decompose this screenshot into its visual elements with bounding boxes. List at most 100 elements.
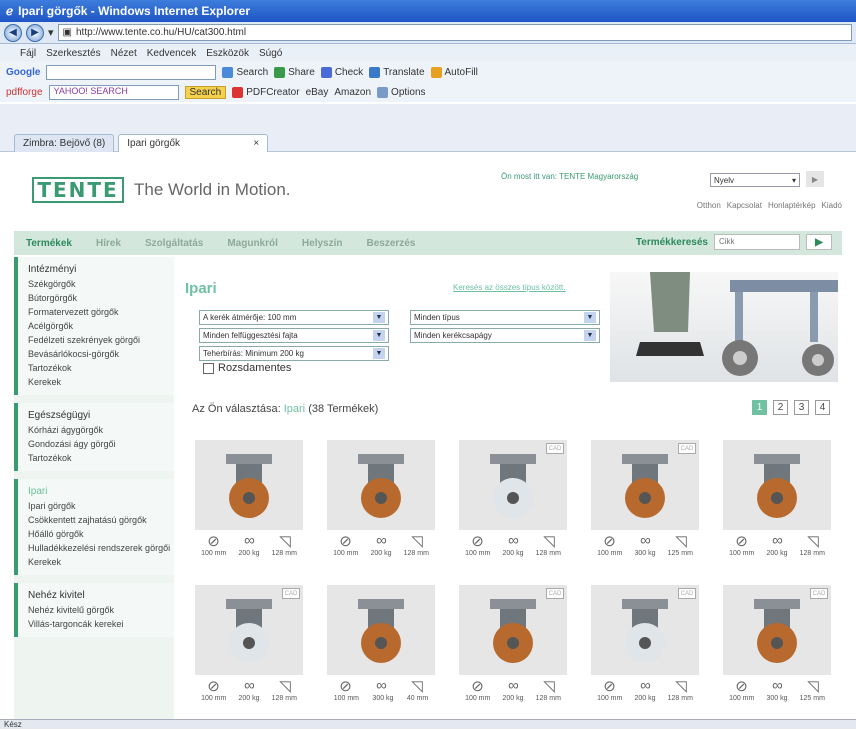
sidebar-heading[interactable]: Intézményi bbox=[28, 263, 174, 277]
nav-products[interactable]: Termékek bbox=[14, 238, 84, 249]
cad-badge[interactable]: CAD bbox=[678, 588, 696, 599]
bearing-select[interactable]: Minden kerékcsapágy ▼ bbox=[410, 328, 600, 343]
sidebar-item[interactable]: Hulladékkezelési rendszerek görgői bbox=[28, 541, 174, 555]
link-contact[interactable]: Kapcsolat bbox=[727, 201, 762, 210]
product-image[interactable] bbox=[327, 440, 435, 530]
cad-badge[interactable]: CAD bbox=[546, 443, 564, 454]
sidebar-item[interactable]: Fedélzeti szekrények görgői bbox=[28, 333, 174, 347]
sidebar-item[interactable]: Gondozási ágy görgői bbox=[28, 437, 174, 451]
menu-edit[interactable]: Szerkesztés bbox=[46, 48, 100, 59]
search-all-link[interactable]: Keresés az összes típus között. bbox=[453, 283, 566, 292]
page-1[interactable]: 1 bbox=[752, 400, 767, 415]
nav-procurement[interactable]: Beszerzés bbox=[354, 238, 427, 249]
product-card[interactable]: ⊘ ∞ ◹ 100 mm 200 kg 128 mm bbox=[195, 440, 303, 570]
check-button[interactable]: Check bbox=[320, 66, 363, 78]
nav-about[interactable]: Magunkról bbox=[215, 238, 290, 249]
page-3[interactable]: 3 bbox=[794, 400, 809, 415]
tente-logo[interactable]: TENTE bbox=[32, 177, 124, 203]
cad-badge[interactable]: CAD bbox=[546, 588, 564, 599]
product-card[interactable]: ⊘ ∞ ◹ 100 mm 200 kg 128 mm bbox=[327, 440, 435, 570]
tab-zimbra[interactable]: Zimbra: Bejövő (8) bbox=[14, 134, 115, 152]
cad-badge[interactable]: CAD bbox=[282, 588, 300, 599]
product-image[interactable]: CAD bbox=[195, 585, 303, 675]
product-card[interactable]: CAD ⊘ ∞ ◹ 100 mm 300 kg 125 mm bbox=[723, 585, 831, 715]
type-select[interactable]: Minden típus ▼ bbox=[410, 310, 600, 325]
page-4[interactable]: 4 bbox=[815, 400, 830, 415]
product-image[interactable]: CAD bbox=[591, 440, 699, 530]
menu-favorites[interactable]: Kedvencek bbox=[147, 48, 196, 59]
history-dropdown-icon[interactable]: ▾ bbox=[48, 26, 54, 39]
sidebar-item[interactable]: Hőálló görgők bbox=[28, 527, 174, 541]
sidebar-item[interactable]: Tartozékok bbox=[28, 361, 174, 375]
yahoo-search-input[interactable]: YAHOO! SEARCH bbox=[48, 84, 179, 100]
product-image[interactable]: CAD bbox=[459, 585, 567, 675]
mounting-select[interactable]: Minden felfüggesztési fajta ▼ bbox=[199, 328, 389, 343]
product-image[interactable]: CAD bbox=[591, 585, 699, 675]
product-card[interactable]: ⊘ ∞ ◹ 100 mm 200 kg 128 mm bbox=[723, 440, 831, 570]
load-capacity-select[interactable]: Teherbírás: Minimum 200 kg ▼ bbox=[199, 346, 389, 361]
product-card[interactable]: ⊘ ∞ ◹ 100 mm 300 kg 40 mm bbox=[327, 585, 435, 715]
link-home[interactable]: Otthon bbox=[697, 201, 721, 210]
google-search-button[interactable]: Search bbox=[222, 66, 268, 78]
cad-badge[interactable]: CAD bbox=[678, 443, 696, 454]
language-select[interactable]: Nyelv ▾ bbox=[710, 173, 800, 187]
product-search-input[interactable]: Cikk bbox=[714, 234, 800, 250]
wheel-diameter-select[interactable]: A kerék átmérője: 100 mm ▼ bbox=[199, 310, 389, 325]
menu-help[interactable]: Súgó bbox=[259, 48, 282, 59]
address-input[interactable]: ▣ http://www.tente.co.hu/HU/cat300.html bbox=[57, 24, 852, 41]
back-button[interactable]: ◀ bbox=[4, 23, 22, 42]
product-card[interactable]: CAD ⊘ ∞ ◹ 100 mm 200 kg 128 mm bbox=[459, 585, 567, 715]
product-image[interactable] bbox=[327, 585, 435, 675]
product-card[interactable]: CAD ⊘ ∞ ◹ 100 mm 200 kg 128 mm bbox=[195, 585, 303, 715]
sidebar-item[interactable]: Kórházi ágygörgők bbox=[28, 423, 174, 437]
pdfcreator-button[interactable]: PDFCreator bbox=[232, 86, 300, 98]
product-card[interactable]: CAD ⊘ ∞ ◹ 100 mm 300 kg 125 mm bbox=[591, 440, 699, 570]
sidebar-heading[interactable]: Ipari bbox=[28, 485, 174, 499]
sidebar-item[interactable]: Villás-targoncák kerekei bbox=[28, 617, 174, 631]
sidebar-item[interactable]: Bútorgörgők bbox=[28, 291, 174, 305]
menu-view[interactable]: Nézet bbox=[111, 48, 137, 59]
ebay-button[interactable]: eBay bbox=[306, 87, 329, 98]
nav-location[interactable]: Helyszín bbox=[290, 238, 355, 249]
product-card[interactable]: CAD ⊘ ∞ ◹ 100 mm 200 kg 128 mm bbox=[591, 585, 699, 715]
sidebar-item[interactable]: Acélgörgők bbox=[28, 319, 174, 333]
nav-news[interactable]: Hírek bbox=[84, 238, 133, 249]
share-button[interactable]: Share bbox=[274, 66, 315, 78]
product-image[interactable]: CAD bbox=[723, 585, 831, 675]
results-category[interactable]: Ipari bbox=[284, 403, 305, 415]
amazon-button[interactable]: Amazon bbox=[334, 87, 371, 98]
sidebar-item[interactable]: Csökkentett zajhatású görgők bbox=[28, 513, 174, 527]
link-imprint[interactable]: Kiadó bbox=[822, 201, 842, 210]
sidebar-heading[interactable]: Nehéz kivitel bbox=[28, 589, 174, 603]
language-go-button[interactable]: ▶ bbox=[806, 171, 824, 187]
stainless-checkbox[interactable] bbox=[203, 362, 214, 374]
product-search-button[interactable]: ▶ bbox=[806, 234, 832, 250]
menu-file[interactable]: Fájl bbox=[20, 48, 36, 59]
autofill-button[interactable]: AutoFill bbox=[430, 66, 478, 78]
nav-service[interactable]: Szolgáltatás bbox=[133, 238, 215, 249]
cad-badge[interactable]: CAD bbox=[810, 588, 828, 599]
sidebar-item[interactable]: Bevásárlókocsi-görgők bbox=[28, 347, 174, 361]
stainless-checkbox-row[interactable]: Rozsdamentes bbox=[203, 362, 291, 374]
product-image[interactable] bbox=[195, 440, 303, 530]
tab-ipari[interactable]: Ipari görgők × bbox=[118, 134, 269, 152]
sidebar-item[interactable]: Székgörgők bbox=[28, 277, 174, 291]
google-search-input[interactable] bbox=[46, 64, 217, 80]
translate-button[interactable]: Translate bbox=[369, 66, 425, 78]
product-image[interactable] bbox=[723, 440, 831, 530]
close-tab-icon[interactable]: × bbox=[253, 138, 259, 149]
menu-tools[interactable]: Eszközök bbox=[206, 48, 249, 59]
product-image[interactable]: CAD bbox=[459, 440, 567, 530]
sidebar-item[interactable]: Formatervezett görgők bbox=[28, 305, 174, 319]
sidebar-item[interactable]: Kerekek bbox=[28, 375, 174, 389]
forward-button[interactable]: ▶ bbox=[26, 23, 44, 42]
sidebar-item[interactable]: Nehéz kivitelű görgők bbox=[28, 603, 174, 617]
page-2[interactable]: 2 bbox=[773, 400, 788, 415]
yahoo-search-button[interactable]: Search bbox=[184, 85, 227, 99]
sidebar-item[interactable]: Kerekek bbox=[28, 555, 174, 569]
options-button[interactable]: Options bbox=[377, 86, 426, 98]
link-sitemap[interactable]: Honlaptérkép bbox=[768, 201, 816, 210]
sidebar-item[interactable]: Tartozékok bbox=[28, 451, 174, 465]
product-card[interactable]: CAD ⊘ ∞ ◹ 100 mm 200 kg 128 mm bbox=[459, 440, 567, 570]
sidebar-heading[interactable]: Egészségügyi bbox=[28, 409, 174, 423]
